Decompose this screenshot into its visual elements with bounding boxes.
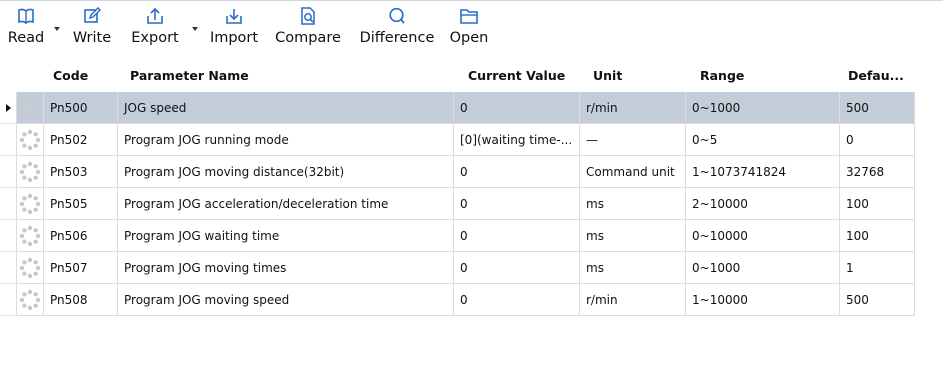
- cell-code[interactable]: Pn507: [44, 252, 118, 284]
- row-indicator[interactable]: [0, 92, 17, 124]
- cell-default[interactable]: 500: [840, 284, 915, 316]
- cell-code[interactable]: Pn500: [44, 92, 118, 124]
- cell-name[interactable]: Program JOG acceleration/deceleration ti…: [118, 188, 454, 220]
- import-label: Import: [209, 30, 259, 46]
- cell-current[interactable]: 0: [454, 220, 580, 252]
- table-header: Code Parameter Name Current Value Unit R…: [0, 62, 915, 90]
- cell-name[interactable]: Program JOG moving distance(32bit): [118, 156, 454, 188]
- cell-unit[interactable]: ms: [580, 252, 686, 284]
- open-button[interactable]: Open: [447, 4, 491, 56]
- table-row[interactable]: Pn505 Program JOG acceleration/decelerati…: [0, 188, 915, 220]
- difference-button[interactable]: Difference: [355, 4, 439, 56]
- status-spinner-icon: [17, 156, 44, 188]
- cell-current[interactable]: 0: [454, 284, 580, 316]
- cell-unit[interactable]: —: [580, 124, 686, 156]
- cell-default[interactable]: 100: [840, 220, 915, 252]
- export-label: Export: [131, 30, 179, 46]
- column-header-name[interactable]: Parameter Name: [130, 62, 249, 90]
- difference-label: Difference: [359, 30, 435, 46]
- export-button[interactable]: Export: [128, 4, 182, 56]
- cell-default[interactable]: 1: [840, 252, 915, 284]
- cell-range[interactable]: 0~5: [686, 124, 840, 156]
- cell-current[interactable]: [0](waiting time-...: [454, 124, 580, 156]
- cell-unit[interactable]: ms: [580, 220, 686, 252]
- cell-code[interactable]: Pn502: [44, 124, 118, 156]
- cell-default[interactable]: 500: [840, 92, 915, 124]
- toolbar: Read Write Export Import Compare Differe…: [0, 2, 943, 58]
- compare-button[interactable]: Compare: [271, 4, 345, 56]
- import-button[interactable]: Import: [207, 4, 261, 56]
- cell-range[interactable]: 0~10000: [686, 220, 840, 252]
- cell-unit[interactable]: ms: [580, 188, 686, 220]
- column-header-unit[interactable]: Unit: [593, 62, 622, 90]
- edit-icon: [80, 4, 104, 28]
- search-icon: [385, 4, 409, 28]
- cell-unit[interactable]: r/min: [580, 284, 686, 316]
- row-indicator[interactable]: [0, 124, 17, 156]
- cell-range[interactable]: 0~1000: [686, 252, 840, 284]
- table-row[interactable]: Pn500 JOG speed 0 r/min 0~1000 500: [0, 92, 915, 124]
- write-label: Write: [72, 30, 112, 46]
- cell-range[interactable]: 2~10000: [686, 188, 840, 220]
- compare-icon: [296, 4, 320, 28]
- cell-default[interactable]: 32768: [840, 156, 915, 188]
- cell-current[interactable]: 0: [454, 252, 580, 284]
- status-spinner-icon: [17, 188, 44, 220]
- book-icon: [14, 4, 38, 28]
- column-header-current[interactable]: Current Value: [468, 62, 565, 90]
- row-indicator[interactable]: [0, 284, 17, 316]
- status-spinner-icon: [17, 252, 44, 284]
- row-indicator[interactable]: [0, 220, 17, 252]
- row-indicator[interactable]: [0, 252, 17, 284]
- status-spinner-icon: [17, 124, 44, 156]
- cell-code[interactable]: Pn503: [44, 156, 118, 188]
- write-button[interactable]: Write: [70, 4, 114, 56]
- table-row[interactable]: Pn506 Program JOG waiting time 0 ms 0~10000 1…: [0, 220, 915, 252]
- cell-code[interactable]: Pn506: [44, 220, 118, 252]
- cell-range[interactable]: 1~10000: [686, 284, 840, 316]
- cell-range[interactable]: 1~1073741824: [686, 156, 840, 188]
- cell-current[interactable]: 0: [454, 92, 580, 124]
- export-icon: [143, 4, 167, 28]
- cell-name[interactable]: JOG speed: [118, 92, 454, 124]
- cell-code[interactable]: Pn508: [44, 284, 118, 316]
- table-row[interactable]: Pn503 Program JOG moving distance(32bit) 0…: [0, 156, 915, 188]
- cell-default[interactable]: 100: [840, 188, 915, 220]
- column-header-default[interactable]: Defau...: [848, 62, 908, 90]
- column-header-range[interactable]: Range: [700, 62, 744, 90]
- cell-default[interactable]: 0: [840, 124, 915, 156]
- cell-unit[interactable]: r/min: [580, 92, 686, 124]
- row-indicator[interactable]: [0, 188, 17, 220]
- compare-label: Compare: [275, 30, 341, 46]
- read-dropdown-icon[interactable]: [54, 27, 60, 31]
- cell-unit[interactable]: Command unit: [580, 156, 686, 188]
- table-row[interactable]: Pn507 Program JOG moving times 0 ms 0~1000 1: [0, 252, 915, 284]
- window-top-border: [0, 0, 943, 1]
- folder-icon: [457, 4, 481, 28]
- cell-name[interactable]: Program JOG moving times: [118, 252, 454, 284]
- status-spinner-icon: [17, 220, 44, 252]
- table-row[interactable]: Pn508 Program JOG moving speed 0 r/min 1~100…: [0, 284, 915, 316]
- read-label: Read: [7, 30, 45, 46]
- column-header-code[interactable]: Code: [53, 62, 88, 90]
- cell-code[interactable]: Pn505: [44, 188, 118, 220]
- current-row-arrow-icon: [6, 104, 11, 112]
- read-button[interactable]: Read: [6, 4, 46, 56]
- cell-current[interactable]: 0: [454, 156, 580, 188]
- status-spinner-icon: [17, 284, 44, 316]
- import-icon: [222, 4, 246, 28]
- open-label: Open: [449, 30, 489, 46]
- row-indicator[interactable]: [0, 156, 17, 188]
- cell-name[interactable]: Program JOG moving speed: [118, 284, 454, 316]
- cell-range[interactable]: 0~1000: [686, 92, 840, 124]
- cell-name[interactable]: Program JOG running mode: [118, 124, 454, 156]
- cell-current[interactable]: 0: [454, 188, 580, 220]
- status-spinner-icon: [17, 92, 44, 124]
- table-row[interactable]: Pn502 Program JOG running mode [0](waiting…: [0, 124, 915, 156]
- export-dropdown-icon[interactable]: [192, 27, 198, 31]
- cell-name[interactable]: Program JOG waiting time: [118, 220, 454, 252]
